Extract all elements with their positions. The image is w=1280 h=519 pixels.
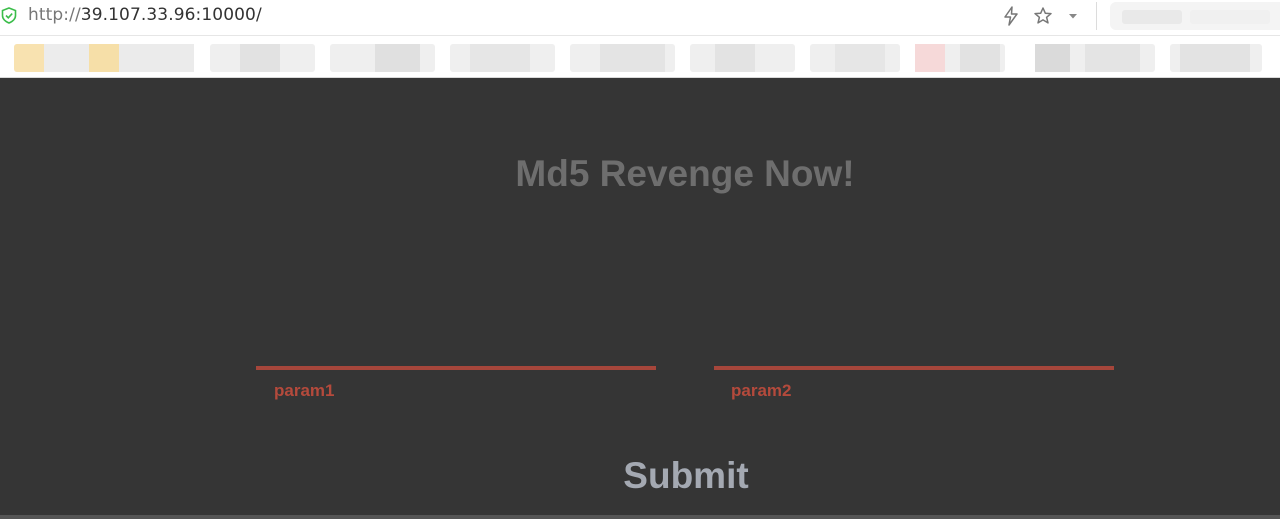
bookmark-item[interactable] bbox=[210, 44, 315, 72]
bookmark-item[interactable] bbox=[570, 44, 675, 72]
bottom-divider bbox=[0, 515, 1280, 519]
bookmark-item[interactable] bbox=[330, 44, 435, 72]
star-icon[interactable] bbox=[1033, 6, 1053, 26]
bookmark-item[interactable] bbox=[1035, 44, 1155, 72]
page-title: Md5 Revenge Now! bbox=[515, 153, 855, 194]
bookmark-item[interactable] bbox=[14, 44, 194, 72]
url-field[interactable]: http://39.107.33.96:10000/ bbox=[28, 5, 262, 25]
chevron-down-icon[interactable] bbox=[1066, 6, 1080, 26]
page-content: Md5 Revenge Now! param1 param2 Submit bbox=[0, 78, 1280, 519]
bookmark-item[interactable] bbox=[1170, 44, 1262, 72]
search-placeholder-blur bbox=[1190, 10, 1270, 24]
bolt-icon[interactable] bbox=[1002, 6, 1020, 26]
bookmark-item[interactable] bbox=[915, 44, 1005, 72]
param2-input[interactable] bbox=[714, 366, 1114, 370]
search-box[interactable] bbox=[1110, 2, 1280, 30]
bookmark-item[interactable] bbox=[450, 44, 555, 72]
search-placeholder-blur bbox=[1122, 10, 1182, 24]
param1-field: param1 bbox=[256, 366, 656, 400]
bookmark-item[interactable] bbox=[690, 44, 795, 72]
toolbar-separator bbox=[1096, 2, 1097, 30]
bookmarks-bar bbox=[0, 36, 1280, 78]
param1-input[interactable] bbox=[256, 366, 656, 370]
shield-check-icon bbox=[1, 7, 17, 24]
address-bar: http://39.107.33.96:10000/ bbox=[0, 0, 1280, 36]
url-protocol: http:// bbox=[28, 5, 81, 25]
url-host: 39.107.33.96:10000/ bbox=[80, 5, 262, 25]
param2-label: param2 bbox=[731, 381, 792, 400]
param2-field: param2 bbox=[714, 366, 1114, 400]
param1-label: param1 bbox=[274, 381, 335, 400]
bookmark-item[interactable] bbox=[810, 44, 900, 72]
submit-button[interactable]: Submit bbox=[612, 450, 760, 502]
